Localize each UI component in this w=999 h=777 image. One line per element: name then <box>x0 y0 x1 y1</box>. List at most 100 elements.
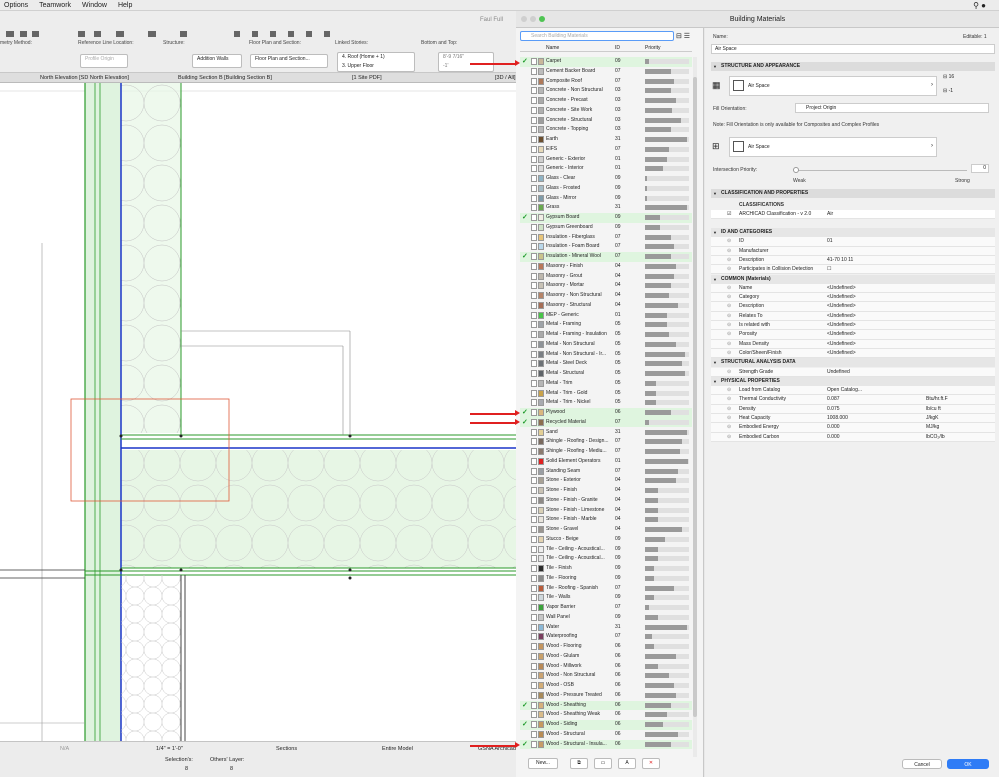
material-row[interactable]: Tile - Ceiling - Acoustical... 09 <box>520 545 692 555</box>
property-row[interactable]: ⊝ Embodied Energy 0.000 MJ/kg <box>711 423 995 433</box>
material-row[interactable]: MEP - Generic 01 <box>520 311 692 321</box>
material-row[interactable]: Shingle - Roofing - Mediu... 07 <box>520 447 692 457</box>
fill-orientation-select[interactable]: Project Origin <box>795 103 989 113</box>
property-row[interactable]: ⊝ Manufacturer <box>711 246 995 256</box>
material-row[interactable]: Metal - Structural 05 <box>520 369 692 379</box>
property-section[interactable]: PHYSICAL PROPERTIES <box>711 376 995 386</box>
name-field[interactable]: Air Space <box>711 44 995 54</box>
material-row[interactable]: Metal - Trim 05 <box>520 379 692 389</box>
new-button[interactable]: New... <box>528 758 558 769</box>
material-row[interactable]: Metal - Trim - Gold 05 <box>520 389 692 399</box>
ok-button[interactable]: OK <box>947 759 989 769</box>
material-row[interactable]: Concrete - Precast 03 <box>520 96 692 106</box>
list-scrollbar[interactable] <box>693 57 697 757</box>
material-row[interactable]: Insulation - Fiberglass 07 <box>520 233 692 243</box>
material-row[interactable]: Wood - Millwork 06 <box>520 662 692 672</box>
menu-options[interactable]: Options <box>4 2 28 9</box>
menu-teamwork[interactable]: Teamwork <box>39 2 71 9</box>
drawing-canvas[interactable] <box>0 83 516 741</box>
property-row[interactable]: ⊝ Mass Density <Undefined> <box>711 339 995 349</box>
material-row[interactable]: Insulation - Foam Board 07 <box>520 242 692 252</box>
material-row[interactable]: Concrete - Topping 03 <box>520 125 692 135</box>
material-row[interactable]: Metal - Framing 05 <box>520 320 692 330</box>
col-id[interactable]: ID <box>615 45 620 51</box>
tab-building-section-b[interactable]: Building Section B [Building Section B] <box>178 75 272 81</box>
duplicate-icon[interactable]: ⧉ <box>570 758 588 769</box>
property-row[interactable]: ⊝ Strength Grade Undefined <box>711 367 995 377</box>
material-row[interactable]: ✓ Wood - Sheathing 06 <box>520 700 692 711</box>
property-row[interactable]: ⊝ Load from Catalog Open Catalog... <box>711 386 995 396</box>
property-row[interactable]: ⊝ Embodied Carbon 0.000 lbCO₂/lb <box>711 432 995 442</box>
pen-back[interactable]: ⊟ -1 <box>943 88 953 94</box>
material-row[interactable]: Vapor Barrier 07 <box>520 603 692 613</box>
cancel-button[interactable]: Cancel <box>902 759 942 769</box>
material-row[interactable]: Stone - Finish - Granite 04 <box>520 496 692 506</box>
property-row[interactable]: ⊝ Thermal Conductivity 0.087 Btu/hr.ft.F <box>711 395 995 405</box>
material-row[interactable]: Generic - Exterior 01 <box>520 155 692 165</box>
search-input[interactable]: Search Building Materials <box>520 31 674 41</box>
tool-icons[interactable] <box>4 29 344 39</box>
material-row[interactable]: Masonry - Non Structural 04 <box>520 291 692 301</box>
material-row[interactable]: Generic - Interior 01 <box>520 164 692 174</box>
material-row[interactable]: Concrete - Site Work 03 <box>520 106 692 116</box>
material-row[interactable]: Tile - Walls 09 <box>520 593 692 603</box>
col-name[interactable]: Name <box>546 45 559 51</box>
property-section[interactable]: COMMON (Materials) <box>711 274 995 284</box>
material-row[interactable]: EIFS 07 <box>520 145 692 155</box>
property-row[interactable]: ⊝ Relates To <Undefined> <box>711 311 995 321</box>
material-row[interactable]: ✓ Insulation - Mineral Wool 07 <box>520 252 692 262</box>
property-row[interactable]: ⊝ Description 41-70 10 11 <box>711 255 995 266</box>
property-row[interactable]: ⊝ ID 01 <box>711 237 995 247</box>
material-row[interactable]: ✓ Carpet 09 <box>520 57 692 67</box>
material-row[interactable]: ✓ Wood - Structural - Insula... 06 <box>520 739 692 750</box>
material-row[interactable]: Masonry - Mortar 04 <box>520 281 692 291</box>
fill-picker[interactable]: Air Space › <box>729 76 937 96</box>
linked-stories-select[interactable]: 4. Roof (Home + 1) 3. Upper Floor <box>337 52 415 72</box>
material-row[interactable]: Masonry - Structural 04 <box>520 301 692 311</box>
scale-text[interactable]: 1/4" = 1'-0" <box>156 746 183 752</box>
material-row[interactable]: Wood - Structural 06 <box>520 730 692 740</box>
material-row[interactable]: Glass - Clear 09 <box>520 174 692 184</box>
property-row[interactable]: ⊝ Is related with <Undefined> <box>711 321 995 331</box>
material-row[interactable]: Wood - Non Structural 06 <box>520 671 692 681</box>
structure-section[interactable]: STRUCTURE AND APPEARANCE <box>711 62 995 71</box>
intersection-value[interactable]: 0 <box>971 164 989 173</box>
profile-origin-select[interactable]: Profile Origin <box>80 54 128 68</box>
property-row[interactable]: ⊝ Participates in Collision Detection ☐ <box>711 265 995 275</box>
tab-site-pdf[interactable]: [1 Site PDF] <box>352 75 382 81</box>
material-row[interactable]: Earth 31 <box>520 135 692 145</box>
tab-north-elevation[interactable]: North Elevation [SD North Elevation] <box>40 75 129 81</box>
material-row[interactable]: Shingle - Roofing - Design... 07 <box>520 437 692 447</box>
checkbox-icon[interactable]: ☑ <box>727 210 731 219</box>
material-row[interactable]: Masonry - Finish 04 <box>520 262 692 272</box>
material-row[interactable]: Tile - Flooring 09 <box>520 574 692 584</box>
material-row[interactable]: Concrete - Non Structural 03 <box>520 86 692 96</box>
folder-icon[interactable]: ▭ <box>594 758 612 769</box>
col-priority[interactable]: Priority <box>645 45 661 51</box>
material-row[interactable]: Concrete - Structural 03 <box>520 116 692 126</box>
property-row[interactable]: ⊝ Heat Capacity 1008.000 J/kgK <box>711 414 995 424</box>
material-row[interactable]: Grass 31 <box>520 203 692 213</box>
material-row[interactable]: Stone - Finish 04 <box>520 486 692 496</box>
material-row[interactable]: Sand 31 <box>520 428 692 438</box>
slider-handle[interactable] <box>793 167 799 173</box>
material-row[interactable]: Tile - Roofing - Spanish 07 <box>520 584 692 594</box>
material-row[interactable]: ✓ Wood - Siding 06 <box>520 720 692 730</box>
material-row[interactable]: ✓ Gypsum Board 09 <box>520 213 692 223</box>
menu-window[interactable]: Window <box>82 2 107 9</box>
menu-help[interactable]: Help <box>118 2 132 9</box>
material-row[interactable]: Metal - Framing - Insulation 05 <box>520 330 692 340</box>
material-row[interactable]: Stone - Finish - Marble 04 <box>520 515 692 525</box>
classification-row[interactable]: ☑ ARCHICAD Classification - v 2.0 Air <box>711 210 995 220</box>
material-row[interactable]: Stone - Finish - Limestone 04 <box>520 506 692 516</box>
property-row[interactable]: ⊝ Density 0.075 lb/cu ft <box>711 404 995 414</box>
surface-picker[interactable]: Air Space › <box>729 137 937 157</box>
property-row[interactable]: ⊝ Porosity <Undefined> <box>711 330 995 340</box>
material-row[interactable]: Tile - Finish 09 <box>520 564 692 574</box>
tab-3d-all[interactable]: [3D / All] <box>495 75 515 81</box>
material-row[interactable]: Stucco - Beige 09 <box>520 535 692 545</box>
material-row[interactable]: ✓ Recycled Material 07 <box>520 417 692 428</box>
material-row[interactable]: Stone - Exterior 04 <box>520 476 692 486</box>
material-row[interactable]: Wood - Flooring 06 <box>520 642 692 652</box>
classification-section[interactable]: CLASSIFICATION AND PROPERTIES <box>711 189 995 198</box>
